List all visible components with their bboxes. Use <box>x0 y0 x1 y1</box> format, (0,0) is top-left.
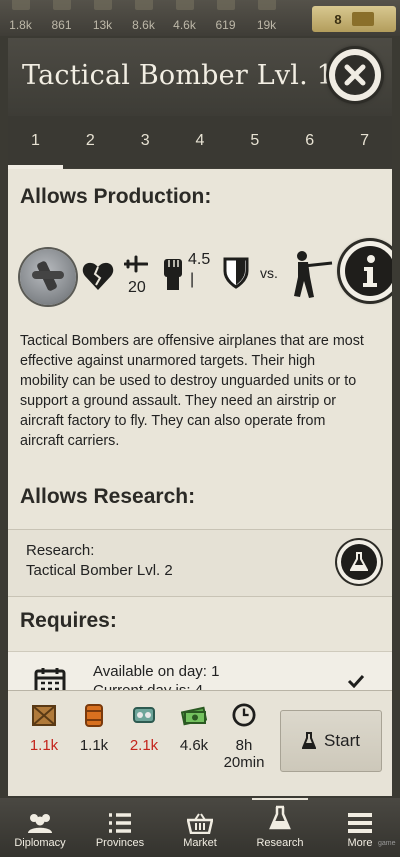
cost-electronics: 2.1k <box>124 703 164 754</box>
nav-provinces[interactable]: Provinces <box>80 798 160 857</box>
market-basket-icon <box>187 813 213 834</box>
broken-heart-icon <box>82 262 114 290</box>
airplane-icon <box>124 255 148 273</box>
nav-market[interactable]: Market <box>160 798 240 857</box>
cost-time: 8h 20min <box>224 703 264 771</box>
production-heading: Allows Production: <box>20 185 212 208</box>
level-tabs: 1 2 3 4 5 6 7 <box>8 116 392 170</box>
supplies-icon <box>53 0 71 10</box>
current-day: Current day is: 4 <box>93 682 203 690</box>
research-item-name: Tactical Bomber Lvl. 2 <box>26 562 173 579</box>
speed-value: 20 <box>128 279 146 296</box>
tab-level-4[interactable]: 4 <box>173 116 228 168</box>
research-label: Research: <box>26 542 95 559</box>
diplomacy-icon <box>28 814 52 833</box>
requirement-day: Available on day: 1 Current day is: 4 <box>8 651 392 690</box>
tab-level-2[interactable]: 2 <box>63 116 118 168</box>
production-stats: 20 4.5 | vs. <box>20 241 392 311</box>
cost-money: 4.6k <box>174 703 214 754</box>
requires-heading: Requires: <box>20 609 117 632</box>
electronics-icon <box>176 0 194 10</box>
nav-more[interactable]: More <box>320 798 400 857</box>
nav-diplomacy[interactable]: Diplomacy <box>0 798 80 857</box>
fuel-barrel-icon <box>85 704 103 727</box>
tactical-bomber-image[interactable] <box>20 249 76 305</box>
cost-bar: 1.1k 1.1k 2.1k 4.6k 8h 20min Start <box>8 690 392 796</box>
resource-components[interactable]: 13k <box>82 0 123 36</box>
cost-supplies: 1.1k <box>24 703 64 754</box>
gold-counter[interactable]: 8 <box>312 6 396 32</box>
resource-rare[interactable]: 619 <box>205 0 246 36</box>
components-icon <box>94 0 112 10</box>
bottom-navigation: Diplomacy Provinces Market Research More <box>0 798 400 857</box>
cost-fuel: 1.1k <box>74 703 114 754</box>
tab-level-1[interactable]: 1 <box>8 116 63 170</box>
resource-money[interactable]: 19k <box>246 0 287 36</box>
provinces-list-icon <box>109 813 131 833</box>
supplies-crate-icon <box>32 705 56 726</box>
unit-description: Tactical Bombers are offensive airplanes… <box>20 333 364 449</box>
fuel-icon <box>135 0 153 10</box>
money-icon <box>258 0 276 10</box>
tab-level-7[interactable]: 7 <box>337 116 392 168</box>
rare-materials-icon <box>217 0 235 10</box>
tab-level-5[interactable]: 5 <box>227 116 282 168</box>
info-button[interactable] <box>340 241 392 301</box>
electronics-icon <box>133 707 155 723</box>
shield-icon <box>223 257 249 289</box>
dialog-header: Tactical Bomber Lvl. 1 <box>8 38 392 116</box>
unit-dialog: Tactical Bomber Lvl. 1 1 2 3 4 5 6 7 All… <box>8 38 392 796</box>
resource-supplies[interactable]: 861 <box>41 0 82 36</box>
close-button[interactable] <box>329 49 381 101</box>
money-icon <box>180 706 208 726</box>
resource-manpower[interactable]: 1.8k <box>0 0 41 36</box>
tab-level-3[interactable]: 3 <box>118 116 173 168</box>
resource-fuel[interactable]: 8.6k <box>123 0 164 36</box>
dialog-content[interactable]: Allows Production: 20 4.5 | vs. Tactical… <box>8 169 392 690</box>
fist-icon <box>164 259 182 290</box>
nav-research[interactable]: Research <box>240 798 320 857</box>
calendar-icon <box>34 668 66 690</box>
start-button[interactable]: Start <box>280 710 382 772</box>
research-flask-button[interactable] <box>337 540 381 584</box>
resource-bar: 1.8k 861 13k 8.6k 4.6k 619 19k 8 <box>0 0 400 36</box>
watermark: game <box>378 840 396 847</box>
info-icon <box>345 246 392 296</box>
gold-chest-icon <box>351 12 374 26</box>
research-flask-icon <box>269 805 291 830</box>
flask-icon <box>302 732 317 749</box>
infantry-icon <box>294 251 333 298</box>
dialog-title: Tactical Bomber Lvl. 1 <box>22 60 335 91</box>
check-icon <box>347 674 365 688</box>
tab-level-6[interactable]: 6 <box>282 116 337 168</box>
manpower-icon <box>12 0 30 10</box>
attack-sub: | <box>190 271 195 288</box>
research-item[interactable]: Research: Tactical Bomber Lvl. 2 <box>8 529 392 597</box>
versus-label: vs. <box>260 265 278 281</box>
resource-electronics[interactable]: 4.6k <box>164 0 205 36</box>
flask-icon <box>341 544 377 580</box>
research-heading: Allows Research: <box>20 485 196 508</box>
available-day: Available on day: 1 <box>93 663 220 680</box>
menu-icon <box>348 813 372 833</box>
close-icon <box>335 55 375 95</box>
attack-value: 4.5 <box>188 251 211 268</box>
clock-icon <box>232 703 256 727</box>
